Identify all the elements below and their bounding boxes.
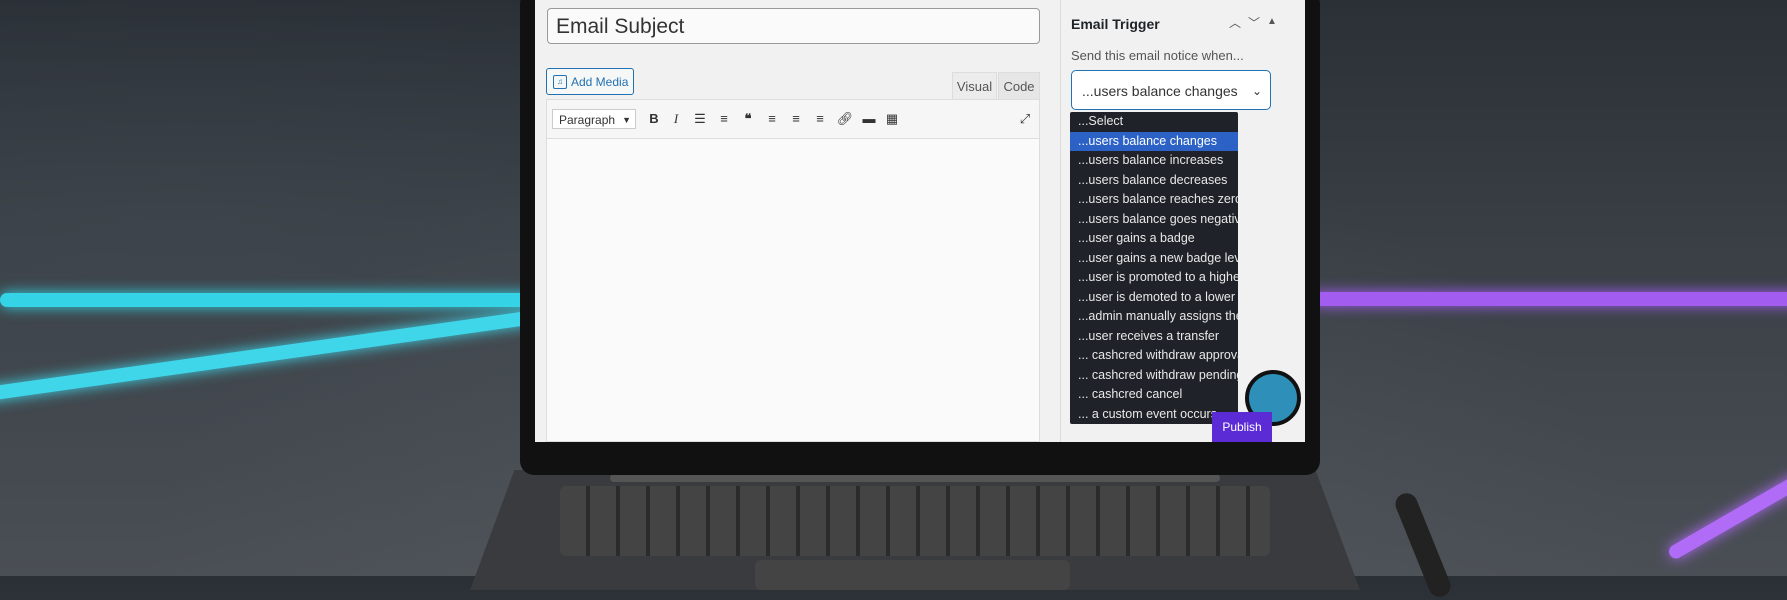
format-select-value: Paragraph: [559, 113, 615, 127]
add-media-label: Add Media: [571, 75, 628, 89]
editor-content-area[interactable]: [546, 139, 1040, 442]
dropdown-option[interactable]: ...user is demoted to a lower rank: [1070, 288, 1238, 308]
media-icon: ♫: [553, 75, 567, 89]
add-media-button[interactable]: ♫ Add Media: [546, 68, 634, 95]
bullet-list-icon[interactable]: ☰: [691, 110, 709, 128]
dropdown-option[interactable]: ...users balance decreases: [1070, 171, 1238, 191]
toolbar-toggle-icon[interactable]: ▦: [883, 110, 901, 128]
dropdown-option[interactable]: ...users balance reaches zero: [1070, 190, 1238, 210]
dropdown-option[interactable]: ...Select: [1070, 112, 1238, 132]
dropdown-option[interactable]: ...users balance goes negative: [1070, 210, 1238, 230]
tab-visual[interactable]: Visual: [952, 72, 997, 99]
laptop-hinge: [610, 474, 1220, 482]
trigger-select[interactable]: ...users balance changes ⌄: [1071, 70, 1271, 110]
fullscreen-icon[interactable]: ⤢: [1016, 110, 1034, 128]
laptop-trackpad: [755, 560, 1070, 590]
collapse-toggle-icon[interactable]: ▲: [1267, 16, 1277, 27]
editor-toolbar: Paragraph ▼ B I ☰ ≡ ❝ ≡ ≡ ≡ 🔗︎ ▬ ▦ ⤢: [546, 99, 1040, 139]
dropdown-option[interactable]: ... cashcred withdraw pending: [1070, 366, 1238, 386]
dropdown-option[interactable]: ... cashcred cancel: [1070, 385, 1238, 405]
trigger-select-value: ...users balance changes: [1082, 83, 1238, 99]
italic-icon[interactable]: I: [667, 110, 685, 128]
chevron-down-icon: ⌄: [1252, 71, 1262, 111]
align-left-icon[interactable]: ≡: [763, 110, 781, 128]
trigger-description: Send this email notice when...: [1071, 48, 1244, 63]
chevron-up-icon[interactable]: ︿: [1229, 14, 1241, 31]
dropdown-option[interactable]: ... cashcred withdraw approval: [1070, 346, 1238, 366]
neon-light-cyan-top: [0, 293, 540, 307]
numbered-list-icon[interactable]: ≡: [715, 110, 733, 128]
dropdown-option[interactable]: ...user receives a transfer: [1070, 327, 1238, 347]
dropdown-option[interactable]: ...users balance increases: [1070, 151, 1238, 171]
dropdown-option[interactable]: ...user gains a new badge level: [1070, 249, 1238, 269]
chevron-down-icon[interactable]: ﹀: [1248, 14, 1260, 31]
tab-code[interactable]: Code: [998, 72, 1040, 99]
email-subject-input[interactable]: Email Subject: [547, 8, 1040, 44]
laptop-keyboard: [560, 486, 1270, 556]
link-icon[interactable]: 🔗︎: [836, 110, 854, 128]
blockquote-icon[interactable]: ❝: [739, 110, 757, 128]
read-more-icon[interactable]: ▬: [860, 110, 878, 128]
dropdown-option[interactable]: ...user is promoted to a higher rank: [1070, 268, 1238, 288]
publish-button[interactable]: Publish: [1212, 412, 1272, 442]
panel-title: Email Trigger: [1071, 16, 1160, 32]
neon-light-purple-top: [1310, 292, 1787, 306]
dropdown-option[interactable]: ...admin manually assigns the rank: [1070, 307, 1238, 327]
format-select[interactable]: Paragraph ▼: [552, 109, 636, 129]
align-right-icon[interactable]: ≡: [811, 110, 829, 128]
align-center-icon[interactable]: ≡: [787, 110, 805, 128]
bold-icon[interactable]: B: [645, 110, 663, 128]
caret-down-icon: ▼: [622, 110, 631, 130]
dropdown-option[interactable]: ...user gains a badge: [1070, 229, 1238, 249]
dropdown-option-selected[interactable]: ...users balance changes: [1070, 132, 1238, 152]
laptop-screen: Email Subject ♫ Add Media Visual Code Pa…: [535, 0, 1305, 442]
trigger-dropdown-list: ...Select ...users balance changes ...us…: [1070, 112, 1238, 424]
